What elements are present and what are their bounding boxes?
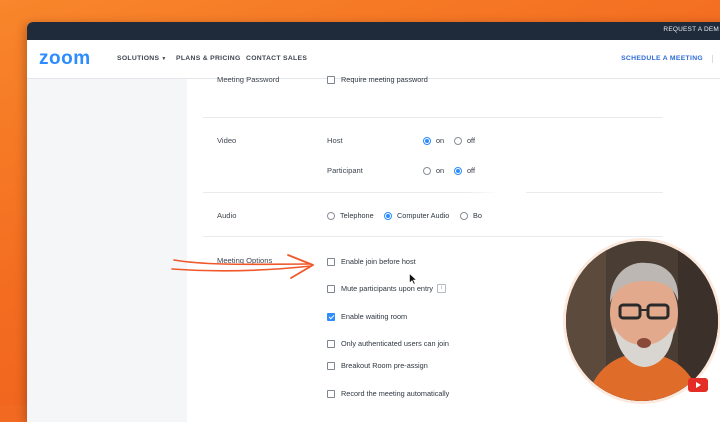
settings-sidebar [27, 79, 187, 422]
audio-telephone-radio[interactable] [327, 211, 335, 220]
option-join-before-host[interactable]: Enable join before host [327, 257, 416, 266]
info-icon[interactable]: i [437, 284, 447, 293]
zoom-logo[interactable]: zoom [39, 48, 91, 70]
auto-record-checkbox[interactable] [327, 389, 335, 398]
join-before-host-checkbox[interactable] [327, 257, 335, 266]
mouse-cursor-icon [409, 273, 417, 285]
video-participant-on[interactable]: on [423, 166, 444, 175]
audio-computer-text: Computer Audio [397, 211, 450, 220]
nav-solutions-label: SOLUTIONS [117, 55, 160, 62]
nav-plans-pricing[interactable]: PLANS & PRICING [176, 55, 241, 62]
annotation-arrow-icon [171, 254, 314, 279]
audio-computer-radio[interactable] [384, 211, 392, 220]
video-host-off-text: off [467, 136, 475, 145]
require-password-text: Require meeting password [341, 75, 428, 84]
video-host-on[interactable]: on [423, 136, 444, 145]
presenter-figure [566, 241, 718, 401]
section-divider [203, 236, 663, 237]
meeting-password-label: Meeting Password [217, 75, 280, 84]
auto-record-text: Record the meeting automatically [341, 389, 450, 398]
audio-telephone-text: Telephone [340, 211, 374, 220]
audio-both-text: Bo [473, 211, 482, 220]
chevron-down-icon: ▼ [161, 56, 167, 62]
video-host-off[interactable]: off [454, 136, 475, 145]
require-password-checkbox[interactable] [327, 75, 335, 84]
option-breakout-preassign[interactable]: Breakout Room pre-assign [327, 361, 428, 370]
video-label: Video [217, 136, 237, 145]
option-authenticated-only[interactable]: Only authenticated users can join [327, 339, 449, 348]
top-utility-bar: REQUEST A DEM [27, 22, 720, 40]
join-before-host-text: Enable join before host [341, 257, 416, 266]
video-host-label: Host [327, 136, 343, 145]
breakout-preassign-checkbox[interactable] [327, 361, 335, 370]
video-participant-off-radio[interactable] [454, 166, 462, 175]
content-fade-overlay [466, 184, 526, 206]
audio-both-radio[interactable] [460, 211, 468, 220]
mute-on-entry-checkbox[interactable] [327, 284, 335, 293]
authenticated-only-checkbox[interactable] [327, 339, 335, 348]
youtube-subscribe-icon[interactable] [688, 378, 708, 392]
audio-label: Audio [217, 211, 237, 220]
video-host-on-radio[interactable] [423, 136, 431, 145]
section-divider [203, 117, 663, 118]
authenticated-only-text: Only authenticated users can join [341, 339, 449, 348]
option-mute-on-entry[interactable]: Mute participants upon entry i [327, 284, 447, 293]
nav-contact-sales[interactable]: CONTACT SALES [246, 55, 307, 62]
require-password-option[interactable]: Require meeting password [327, 75, 428, 84]
audio-both[interactable]: Bo [460, 211, 482, 220]
video-participant-off-text: off [467, 166, 475, 175]
video-participant-off[interactable]: off [454, 166, 475, 175]
video-participant-on-radio[interactable] [423, 166, 431, 175]
audio-computer[interactable]: Computer Audio [384, 211, 449, 220]
waiting-room-text: Enable waiting room [341, 312, 408, 321]
nav-solutions[interactable]: SOLUTIONS ▼ [117, 55, 167, 62]
waiting-room-checkbox[interactable] [327, 312, 335, 321]
schedule-meeting-link[interactable]: SCHEDULE A MEETING [621, 55, 703, 62]
main-navbar: zoom SOLUTIONS ▼ PLANS & PRICING CONTACT … [27, 40, 720, 79]
section-divider [203, 192, 663, 193]
video-participant-on-text: on [436, 166, 445, 175]
video-host-on-text: on [436, 136, 445, 145]
video-host-off-radio[interactable] [454, 136, 462, 145]
option-waiting-room[interactable]: Enable waiting room [327, 312, 407, 321]
breakout-preassign-text: Breakout Room pre-assign [341, 361, 428, 370]
nav-divider [712, 55, 720, 63]
audio-telephone[interactable]: Telephone [327, 211, 374, 220]
option-auto-record[interactable]: Record the meeting automatically [327, 389, 449, 398]
mute-on-entry-text: Mute participants upon entry [341, 284, 434, 293]
video-participant-label: Participant [327, 166, 363, 175]
subscribe-label: SUBSCRIBE [684, 393, 710, 398]
request-demo-link[interactable]: REQUEST A DEM [663, 26, 719, 33]
